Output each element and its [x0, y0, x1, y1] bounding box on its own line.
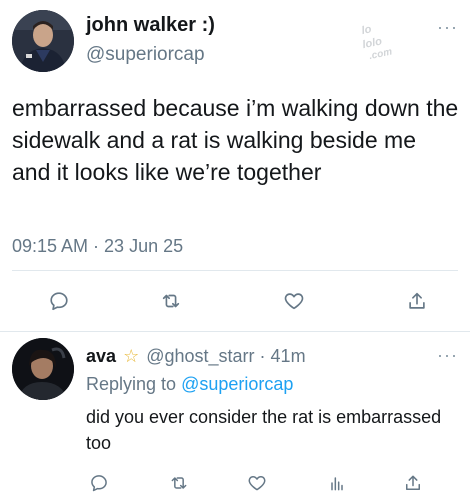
- retweet-icon[interactable]: [158, 288, 184, 314]
- svg-text:lo: lo: [360, 23, 372, 37]
- like-icon[interactable]: [244, 470, 270, 496]
- divider: [12, 270, 458, 271]
- author-avatar[interactable]: [12, 10, 74, 72]
- share-icon[interactable]: [400, 470, 426, 496]
- watermark-logo: lo lolo .com: [356, 14, 410, 67]
- replying-to-label: Replying to: [86, 374, 182, 394]
- separator: ·: [254, 346, 271, 366]
- star-badge-icon: ☆: [123, 346, 140, 366]
- reply-header: ava ☆ @ghost_starr · 41m: [86, 346, 306, 367]
- avatar-photo-icon: [12, 338, 74, 400]
- tweet-text: embarrassed because i’m walking down the…: [12, 95, 459, 185]
- replying-to: Replying to @superiorcap: [86, 374, 293, 395]
- reply-author-avatar[interactable]: [12, 338, 74, 400]
- share-icon[interactable]: [404, 288, 430, 314]
- replying-to-handle[interactable]: @superiorcap: [181, 374, 293, 394]
- reply-time[interactable]: 41m: [271, 346, 306, 366]
- author-handle[interactable]: @superiorcap: [86, 44, 205, 66]
- reply-author-name[interactable]: ava: [86, 346, 116, 366]
- more-options-icon[interactable]: ···: [437, 346, 458, 364]
- reply-text: did you ever consider the rat is embarra…: [86, 407, 442, 453]
- main-tweet: john walker :) @superiorcap lo lolo .com…: [0, 0, 470, 330]
- reply-icon[interactable]: [46, 288, 72, 314]
- more-options-icon[interactable]: ···: [437, 18, 458, 36]
- reply-author-handle[interactable]: @ghost_starr: [146, 346, 254, 366]
- divider: [0, 331, 470, 332]
- avatar-photo-icon: [12, 10, 74, 72]
- like-icon[interactable]: [281, 288, 307, 314]
- author-name[interactable]: john walker :): [86, 14, 215, 37]
- analytics-icon[interactable]: [324, 470, 350, 496]
- retweet-icon[interactable]: [166, 470, 192, 496]
- reply-icon[interactable]: [86, 470, 112, 496]
- tweet-timestamp[interactable]: 09:15 AM · 23 Jun 25: [12, 236, 183, 257]
